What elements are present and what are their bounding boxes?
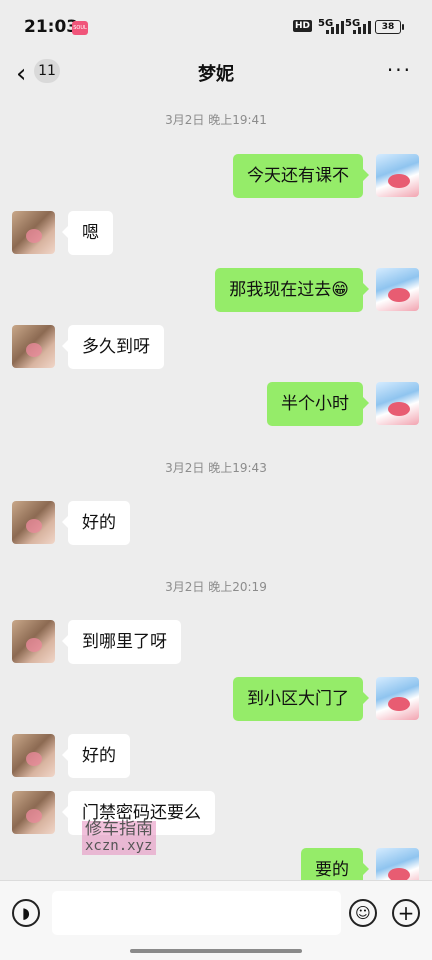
- watermark-text: 修车指南: [85, 819, 153, 839]
- chat-title: 梦妮: [198, 64, 234, 85]
- plus-icon[interactable]: +: [392, 899, 420, 927]
- timestamp: 3月2日 晚上20:19: [165, 580, 267, 594]
- my-avatar[interactable]: [376, 677, 419, 720]
- soul-app-badge-icon: SOUL: [72, 21, 88, 35]
- status-time: 21:03: [24, 17, 79, 37]
- voice-icon[interactable]: ◗: [12, 899, 40, 927]
- message-text: 那我现在过去: [229, 280, 332, 300]
- contact-avatar[interactable]: [12, 791, 55, 834]
- my-avatar[interactable]: [376, 268, 419, 311]
- my-avatar[interactable]: [376, 382, 419, 425]
- message-bubble-incoming[interactable]: 好的: [62, 501, 130, 545]
- battery-icon: 38: [375, 20, 404, 34]
- message-bubble-incoming[interactable]: 好的: [62, 734, 130, 778]
- contact-avatar[interactable]: [12, 325, 55, 368]
- input-bar: ◗ ☺ +: [0, 880, 432, 960]
- message-bubble-outgoing[interactable]: 那我现在过去😁: [215, 268, 369, 312]
- my-avatar[interactable]: [376, 154, 419, 197]
- chat-header: ‹ 11 梦妮 ···: [0, 54, 432, 98]
- smiley-icon[interactable]: ☺: [349, 899, 377, 927]
- message-bubble-outgoing[interactable]: 要的: [301, 848, 369, 880]
- contact-avatar[interactable]: [12, 734, 55, 777]
- message-input[interactable]: [52, 891, 341, 935]
- timestamp: 3月2日 晚上19:41: [165, 113, 267, 127]
- message-bubble-outgoing[interactable]: 半个小时: [267, 382, 369, 426]
- home-indicator[interactable]: [130, 949, 302, 953]
- message-bubble-incoming[interactable]: 多久到呀: [62, 325, 164, 369]
- message-bubble-outgoing[interactable]: 到小区大门了: [233, 677, 369, 721]
- message-list[interactable]: 3月2日 晚上19:41 今天还有课不 嗯 那我现在过去😁 多久到呀 半个小时 …: [0, 98, 432, 880]
- status-bar: 21:03 SOUL HD 5G 5G 38: [0, 0, 432, 54]
- watermark-url: xczn.xyz: [85, 838, 153, 854]
- my-avatar[interactable]: [376, 848, 419, 880]
- contact-avatar[interactable]: [12, 620, 55, 663]
- grin-sweat-emoji-icon: 😁: [331, 280, 349, 300]
- timestamp: 3月2日 晚上19:43: [165, 461, 267, 475]
- message-bubble-incoming[interactable]: 到哪里了呀: [62, 620, 181, 664]
- contact-avatar[interactable]: [12, 501, 55, 544]
- signal-icon-2: [353, 20, 375, 34]
- hd-icon: HD: [293, 20, 313, 32]
- message-bubble-outgoing[interactable]: 今天还有课不: [233, 154, 369, 198]
- more-icon[interactable]: ···: [387, 58, 412, 82]
- watermark: 修车指南 xczn.xyz: [82, 821, 156, 855]
- contact-avatar[interactable]: [12, 211, 55, 254]
- message-bubble-incoming[interactable]: 嗯: [62, 211, 113, 255]
